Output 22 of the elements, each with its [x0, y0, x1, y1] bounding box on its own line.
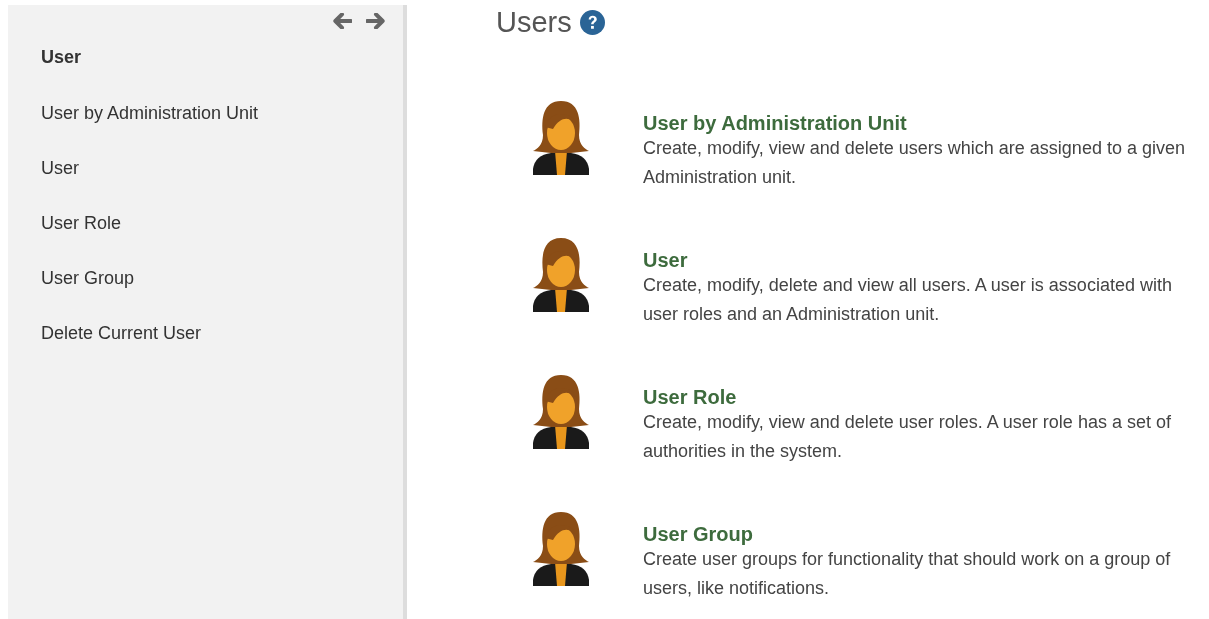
entry-description: Create, modify, view and delete user roles. A user role has a set of authorities in the system.	[643, 411, 1172, 463]
entry-title-link[interactable]: User Group	[643, 522, 1195, 546]
entry-title-link[interactable]: User by Administration Unit	[643, 111, 1195, 135]
user-avatar-icon	[531, 99, 591, 177]
entry-description: Create, modify, view and delete users which are assigned to a given Administration unit.	[643, 137, 1186, 189]
user-avatar-icon	[531, 373, 591, 451]
back-arrow-icon[interactable]	[332, 13, 352, 29]
sidebar-link[interactable]: Delete Current User	[8, 322, 403, 344]
entry-description: Create user groups for functionality that should work on a group of users, like notifications.	[643, 548, 1172, 600]
sidebar-heading: User	[40, 46, 83, 69]
user-avatar-icon	[531, 510, 591, 588]
sidebar-link[interactable]: User by Administration Unit	[8, 102, 403, 124]
sidebar-link[interactable]: User	[8, 157, 403, 179]
entry-description: Create, modify, delete and view all users. A user is associated with user roles and an Administration unit.	[643, 274, 1173, 326]
page-title: Users	[496, 5, 572, 39]
sidebar-link[interactable]: User Group	[8, 267, 403, 289]
sidebar-link[interactable]: User Role	[8, 212, 403, 234]
entry-title-link[interactable]: User Role	[643, 385, 1195, 409]
help-icon[interactable]	[579, 9, 605, 35]
forward-arrow-icon[interactable]	[366, 13, 386, 29]
user-avatar-icon	[531, 236, 591, 314]
entry-title-link[interactable]: User	[643, 248, 1195, 272]
